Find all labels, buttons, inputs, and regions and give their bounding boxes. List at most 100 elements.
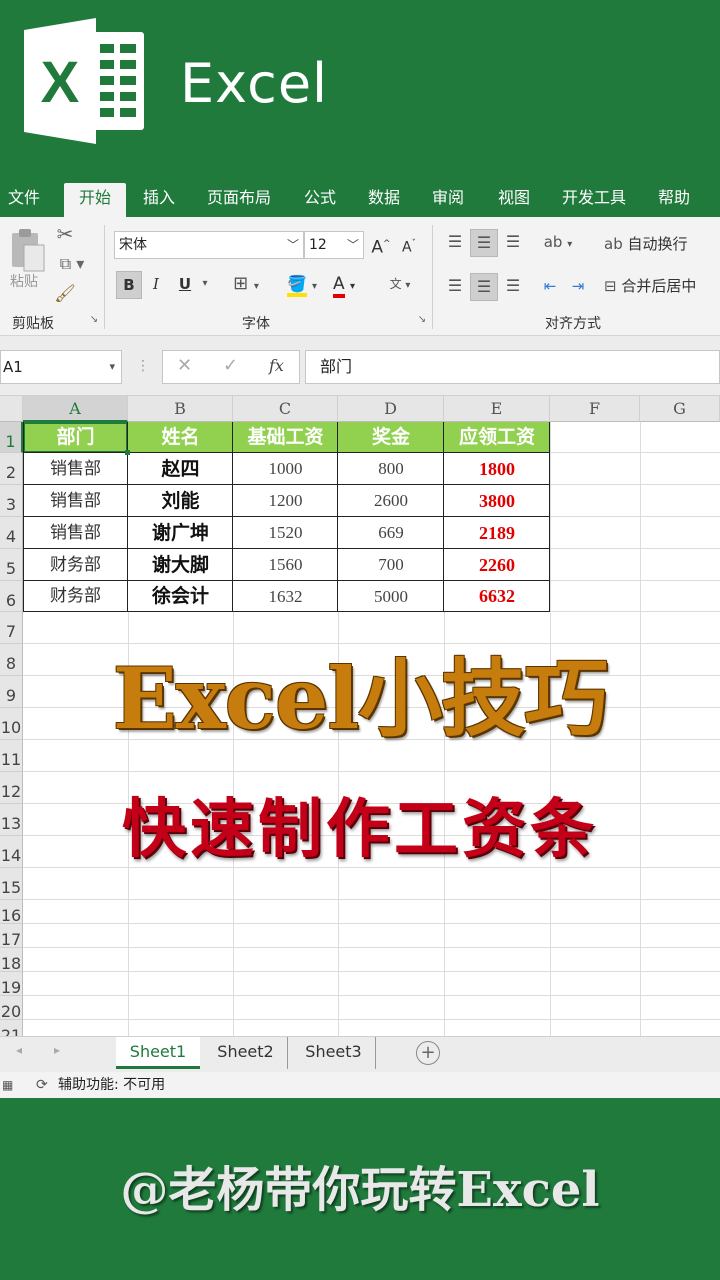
bold-button[interactable]: B — [116, 271, 142, 299]
total-salary-cell[interactable]: 2189 — [444, 517, 550, 549]
row-header-20[interactable]: 20 — [0, 996, 23, 1020]
column-header-d[interactable]: D — [338, 396, 444, 422]
sheet-tab-1[interactable]: Sheet1 — [116, 1037, 200, 1069]
total-salary-cell[interactable]: 6632 — [444, 581, 550, 612]
table-cell[interactable]: 刘能 — [128, 485, 233, 517]
row-header-21[interactable]: 21 — [0, 1020, 23, 1036]
row-header-6[interactable]: 6 — [0, 581, 23, 612]
row-header-4[interactable]: 4 — [0, 517, 23, 549]
paste-icon[interactable] — [8, 227, 46, 273]
column-header-e[interactable]: E — [444, 396, 550, 422]
row-header-17[interactable]: 17 — [0, 924, 23, 948]
font-launcher-icon[interactable]: ↘ — [416, 313, 428, 329]
row-header-2[interactable]: 2 — [0, 453, 23, 485]
fx-icon[interactable]: fx — [269, 356, 284, 375]
increase-indent-icon[interactable]: ⇥ — [566, 273, 590, 301]
column-header-b[interactable]: B — [128, 396, 233, 422]
cancel-icon[interactable]: ✕ — [177, 355, 192, 376]
accessibility-status[interactable]: 辅助功能: 不可用 — [58, 1072, 165, 1098]
tab-view[interactable]: 视图 — [490, 183, 538, 217]
chevron-down-icon[interactable]: ▾ — [198, 271, 212, 299]
table-cell[interactable]: 1560 — [233, 549, 338, 581]
total-salary-cell[interactable]: 2260 — [444, 549, 550, 581]
table-header-cell[interactable]: 部门 — [23, 422, 128, 453]
border-icon[interactable]: ⊞ ▾ — [224, 271, 268, 299]
row-header-3[interactable]: 3 — [0, 485, 23, 517]
table-cell[interactable]: 赵四 — [128, 453, 233, 485]
table-cell[interactable]: 徐会计 — [128, 581, 233, 612]
next-sheet-icon[interactable]: ▸ — [54, 1043, 60, 1057]
table-cell[interactable]: 销售部 — [23, 485, 128, 517]
table-cell[interactable]: 800 — [338, 453, 444, 485]
sheet-tab-3[interactable]: Sheet3 — [292, 1037, 376, 1069]
column-header-g[interactable]: G — [640, 396, 720, 422]
underline-button[interactable]: U — [172, 271, 198, 299]
font-name-select[interactable]: 宋体 ﹀ — [114, 231, 304, 259]
table-cell[interactable]: 2600 — [338, 485, 444, 517]
tab-developer[interactable]: 开发工具 — [556, 183, 632, 217]
italic-button[interactable]: I — [146, 271, 166, 299]
copy-icon[interactable]: ⧉ ▾ — [52, 251, 92, 279]
table-cell[interactable]: 财务部 — [23, 581, 128, 612]
column-header-c[interactable]: C — [233, 396, 338, 422]
increase-font-icon[interactable]: A^ — [370, 231, 392, 259]
tab-home[interactable]: 开始 — [64, 183, 126, 217]
format-painter-icon[interactable]: 🖌 — [52, 281, 78, 309]
tab-review[interactable]: 审阅 — [424, 183, 472, 217]
row-header-15[interactable]: 15 — [0, 868, 23, 900]
align-right-icon[interactable]: ☰ — [500, 273, 526, 301]
table-cell[interactable]: 700 — [338, 549, 444, 581]
add-sheet-icon[interactable]: + — [416, 1041, 440, 1065]
table-cell[interactable]: 1200 — [233, 485, 338, 517]
cut-icon[interactable]: ✂ — [52, 221, 78, 249]
align-top-icon[interactable]: ☰ — [442, 229, 468, 257]
tab-formulas[interactable]: 公式 — [296, 183, 344, 217]
macro-icon[interactable]: ▦ — [2, 1072, 13, 1098]
font-color-icon[interactable]: A ▾ — [324, 271, 364, 299]
phonetic-icon[interactable]: 文 ▾ — [380, 271, 420, 299]
column-header-a[interactable]: A — [23, 396, 128, 422]
fill-handle[interactable] — [125, 450, 130, 455]
table-header-cell[interactable]: 姓名 — [128, 422, 233, 453]
row-header-5[interactable]: 5 — [0, 549, 23, 581]
tab-data[interactable]: 数据 — [360, 183, 408, 217]
decrease-font-icon[interactable]: Aˇ — [398, 231, 420, 259]
merge-center-button[interactable]: ⊟ 合并后居中 — [604, 273, 720, 301]
tab-page-layout[interactable]: 页面布局 — [200, 183, 278, 217]
tab-file[interactable]: 文件 — [0, 183, 48, 217]
confirm-icon[interactable]: ✓ — [223, 355, 238, 376]
table-cell[interactable]: 财务部 — [23, 549, 128, 581]
row-header-1[interactable]: 1 — [0, 422, 23, 453]
align-left-icon[interactable]: ☰ — [442, 273, 468, 301]
table-cell[interactable]: 销售部 — [23, 517, 128, 549]
table-header-cell[interactable]: 奖金 — [338, 422, 444, 453]
wrap-text-button[interactable]: ab 自动换行 — [604, 231, 720, 259]
table-header-cell[interactable]: 基础工资 — [233, 422, 338, 453]
align-middle-icon[interactable]: ☰ — [470, 229, 498, 257]
total-salary-cell[interactable]: 1800 — [444, 453, 550, 485]
orientation-icon[interactable]: ab ▾ — [538, 229, 578, 257]
fill-color-icon[interactable]: 🪣 ▾ — [280, 271, 324, 299]
font-size-select[interactable]: 12 ﹀ — [304, 231, 364, 259]
formula-input[interactable]: 部门 — [305, 350, 720, 384]
decrease-indent-icon[interactable]: ⇤ — [538, 273, 562, 301]
table-cell[interactable]: 谢大脚 — [128, 549, 233, 581]
table-cell[interactable]: 销售部 — [23, 453, 128, 485]
table-cell[interactable]: 1520 — [233, 517, 338, 549]
name-box[interactable]: A1 ▾ — [0, 350, 122, 384]
row-header-16[interactable]: 16 — [0, 900, 23, 924]
table-cell[interactable]: 5000 — [338, 581, 444, 612]
table-cell[interactable]: 谢广坤 — [128, 517, 233, 549]
clipboard-launcher-icon[interactable]: ↘ — [88, 313, 100, 329]
table-cell[interactable]: 1632 — [233, 581, 338, 612]
table-header-cell[interactable]: 应领工资 — [444, 422, 550, 453]
table-cell[interactable]: 669 — [338, 517, 444, 549]
align-center-icon[interactable]: ☰ — [470, 273, 498, 301]
row-header-19[interactable]: 19 — [0, 972, 23, 996]
tab-insert[interactable]: 插入 — [134, 183, 184, 217]
select-all-corner[interactable] — [0, 396, 23, 422]
align-bottom-icon[interactable]: ☰ — [500, 229, 526, 257]
tab-help[interactable]: 帮助 — [650, 183, 698, 217]
sheet-tab-2[interactable]: Sheet2 — [204, 1037, 288, 1069]
table-cell[interactable]: 1000 — [233, 453, 338, 485]
